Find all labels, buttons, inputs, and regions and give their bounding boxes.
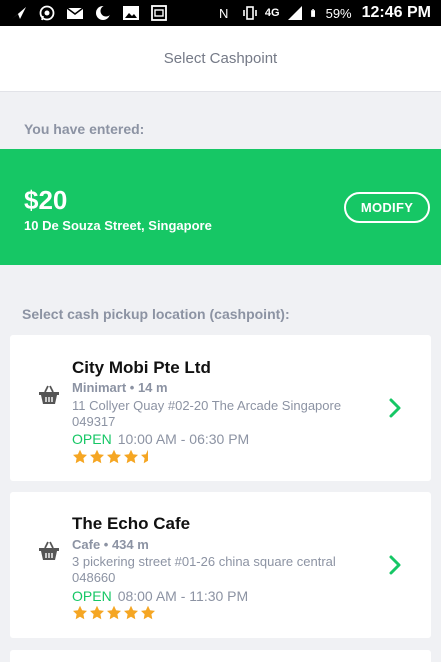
network-type: 4G [264,7,280,19]
image-icon [123,6,139,20]
mail-icon [66,7,84,19]
moon-icon [96,5,112,20]
notification-icons [0,5,168,21]
star-icon [124,605,138,620]
half-star-icon [141,449,148,464]
cashpoint-meta: Cafe • 434 m [72,537,149,552]
cashpoint-name: City Mobi Pte Ltd [72,358,211,377]
cashpoint-address: 11 Collyer Quay #02-20 The Arcade Singap… [72,398,342,429]
open-status: OPEN [72,588,112,604]
signal-icon [287,6,302,20]
shopping-basket-icon [39,541,59,560]
rating-stars [72,449,156,465]
star-icon [73,605,87,620]
cashpoint-card-echo-cafe[interactable]: The Echo Cafe Cafe • 434 m 3 pickering s… [10,492,431,638]
send-icon [12,7,26,19]
screenshot-icon [151,5,167,21]
cashpoint-name: The Echo Cafe [72,514,191,533]
battery-icon [310,9,315,17]
cashpoint-meta: Minimart • 14 m [72,380,168,395]
cashpoint-address: 3 pickering street #01-26 china square c… [72,554,336,585]
cashpoint-card-partial[interactable] [10,650,431,662]
battery-percent: 59% [325,5,352,21]
star-icon [141,605,155,620]
modify-button[interactable]: MODIFY [344,192,430,223]
system-icons: N 4G 59% 12:46 PM [217,4,441,22]
star-icon [90,449,104,464]
opening-hours: 10:00 AM - 06:30 PM [117,431,250,447]
whatsapp-icon [39,5,55,21]
star-icon [90,605,104,620]
open-status: OPEN [72,431,112,447]
page-title: Select Cashpoint [163,50,278,67]
recipient-address: 10 De Souza Street, Singapore [24,218,212,233]
nfc-icon: N [219,6,228,21]
entered-label: You have entered: [24,121,145,137]
amount-value: $20 [24,185,68,215]
cashpoint-hours: OPEN 10:00 AM - 06:30 PM [72,431,249,447]
vibrate-icon [243,6,257,20]
chevron-right-icon [389,555,401,575]
clock: 12:46 PM [361,4,431,21]
rating-stars [72,605,156,621]
status-bar: N 4G 59% 12:46 PM [0,0,441,26]
cashpoint-hours: OPEN 08:00 AM - 11:30 PM [72,588,248,604]
star-icon [73,449,87,464]
cashpoint-card-city-mobi[interactable]: City Mobi Pte Ltd Minimart • 14 m 11 Col… [10,335,431,481]
star-icon [124,449,138,464]
star-icon [107,605,121,620]
opening-hours: 08:00 AM - 11:30 PM [117,588,249,604]
cashpoint-section-label: Select cash pickup location (cashpoint): [22,306,290,322]
app-header: Select Cashpoint [0,26,441,92]
star-icon [107,449,121,464]
chevron-right-icon [389,398,401,418]
svg-text:N: N [219,6,228,21]
amount-panel: $20 10 De Souza Street, Singapore MODIFY [0,149,441,265]
shopping-basket-icon [39,385,59,404]
